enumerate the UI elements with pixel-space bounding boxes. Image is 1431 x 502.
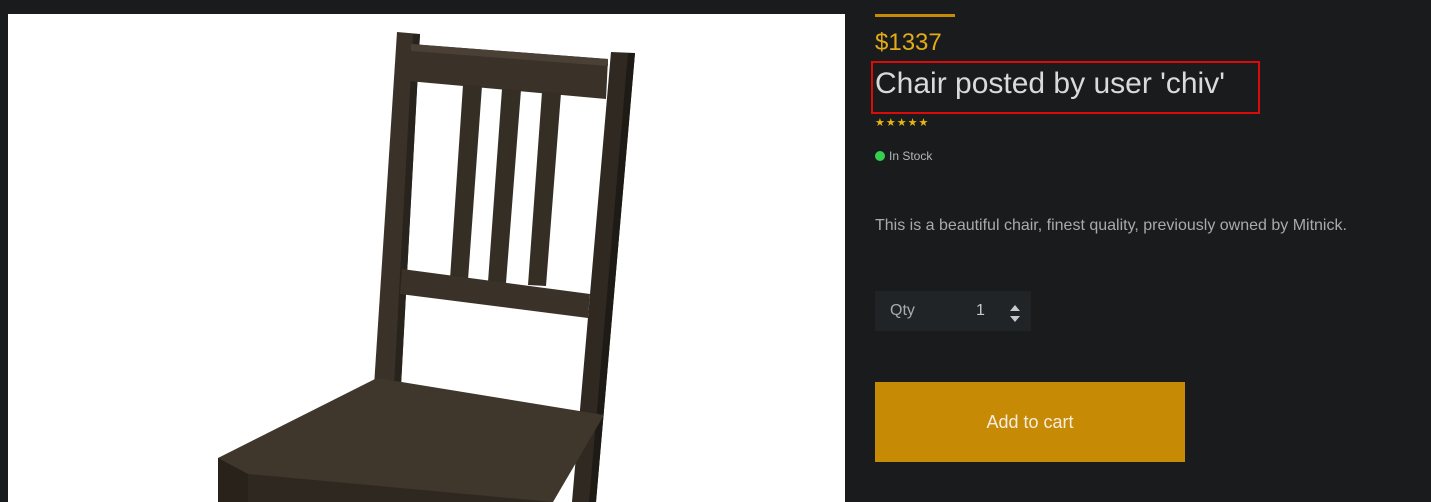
qty-input[interactable]: 1 xyxy=(976,302,985,320)
product-description: This is a beautiful chair, finest qualit… xyxy=(875,217,1347,234)
chair-image xyxy=(218,32,635,502)
caret-up-icon[interactable] xyxy=(1008,303,1022,313)
quantity-stepper[interactable]: Qty 1 xyxy=(875,291,1031,331)
green-dot-icon xyxy=(875,151,885,161)
qty-label: Qty xyxy=(890,302,915,319)
accent-divider xyxy=(875,14,955,17)
rating-stars: ★★★★★ xyxy=(875,117,930,129)
product-page: $1337 Chair posted by user 'chiv' ★★★★★ … xyxy=(0,0,1431,502)
product-price: $1337 xyxy=(875,29,942,56)
product-image xyxy=(8,14,845,502)
stock-status: In Stock xyxy=(875,149,932,163)
add-to-cart-button[interactable]: Add to cart xyxy=(875,382,1185,462)
caret-down-icon[interactable] xyxy=(1008,314,1022,324)
product-details: $1337 Chair posted by user 'chiv' ★★★★★ … xyxy=(871,0,1415,502)
stock-status-label: In Stock xyxy=(889,149,933,163)
product-title: Chair posted by user 'chiv' xyxy=(875,67,1225,100)
